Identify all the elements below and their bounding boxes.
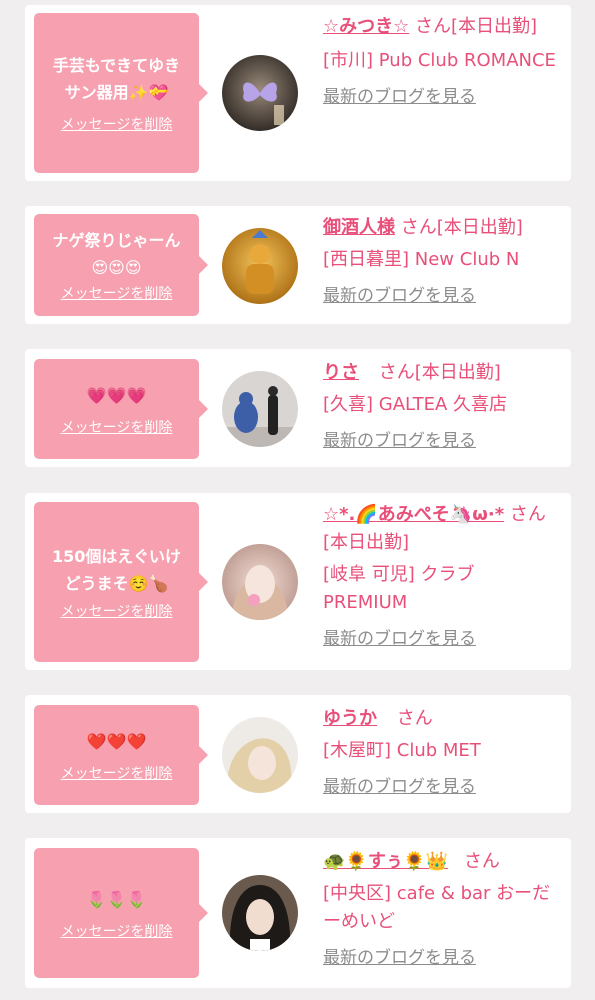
cast-info: 御酒人様 さん[本日出勤] [西日暮里] New Club N 最新のブログを見… <box>323 214 563 308</box>
golden-statue-photo-icon <box>222 228 298 304</box>
shop-name: [久喜] GALTEA 久喜店 <box>323 394 507 415</box>
shop-name: [中央区] cafe & bar おーだーめいど <box>323 883 551 932</box>
message-card: ❤️❤️❤️ メッセージを削除 ゆうか さん [木屋町] Club MET 最新… <box>25 695 571 813</box>
message-bubble: 💗💗💗 メッセージを削除 <box>34 359 208 459</box>
message-text: ナゲ祭りじゃーん 😍😍😍 <box>52 227 180 281</box>
message-line: 150個はえぐいけ <box>52 547 181 566</box>
selfie-photo-icon <box>222 544 298 620</box>
message-bubble: ナゲ祭りじゃーん 😍😍😍 メッセージを削除 <box>34 214 208 316</box>
message-text: 手芸もできてゆき サン器用✨💝 <box>53 52 180 106</box>
message-bubble: 🌷🌷🌷 メッセージを削除 <box>34 848 208 978</box>
shop-name: [岐阜 可児] クラブ PREMIUM <box>323 564 475 613</box>
message-card: 手芸もできてゆき サン器用✨💝 メッセージを削除 ☆みつき☆ さん[本日出勤] … <box>25 5 571 181</box>
message-line: 😍😍😍 <box>91 258 142 277</box>
message-text: 🌷🌷🌷 <box>87 886 147 913</box>
avatar[interactable] <box>222 371 298 447</box>
cast-name-link[interactable]: りさ <box>323 362 359 383</box>
avatar[interactable] <box>222 875 298 951</box>
delete-message-link[interactable]: メッセージを削除 <box>61 601 173 621</box>
latest-blog-link[interactable]: 最新のブログを見る <box>323 284 563 308</box>
cast-info: ☆*.🌈あみぺそ🦄ω·* さん[本日出勤] [岐阜 可児] クラブ PREMIU… <box>323 501 563 651</box>
avatar[interactable] <box>222 228 298 304</box>
cast-name-link[interactable]: 御酒人様 <box>323 217 395 238</box>
message-card: 💗💗💗 メッセージを削除 りさ さん[本日出勤] [久喜] GALTEA 久喜店… <box>25 349 571 467</box>
avatar[interactable] <box>222 717 298 793</box>
cast-status: さん[本日出勤] <box>378 362 501 383</box>
message-line: どうまそ☺️🍗 <box>64 574 169 593</box>
cast-info: ゆうか さん [木屋町] Club MET 最新のブログを見る <box>323 705 563 799</box>
cast-name-link[interactable]: 🐢🌻すぅ🌻👑 <box>323 851 448 872</box>
message-line: 💗💗💗 <box>86 385 147 405</box>
message-line: 手芸もできてゆき <box>52 56 181 75</box>
message-bubble: 手芸もできてゆき サン器用✨💝 メッセージを削除 <box>34 13 208 173</box>
cast-status: さん <box>396 708 433 729</box>
message-text: 150個はえぐいけ どうまそ☺️🍗 <box>52 543 181 597</box>
message-line: ❤️❤️❤️ <box>86 731 147 751</box>
cast-name-link[interactable]: ☆みつき☆ <box>323 16 409 37</box>
delete-message-link[interactable]: メッセージを削除 <box>61 763 173 783</box>
portrait-photo-icon <box>222 875 298 951</box>
delete-message-link[interactable]: メッセージを削除 <box>61 921 173 941</box>
cast-name-link[interactable]: ゆうか <box>323 708 377 729</box>
message-card: ナゲ祭りじゃーん 😍😍😍 メッセージを削除 御酒人様 さん[本日出勤] [西日暮… <box>25 206 571 324</box>
message-bubble: 150個はえぐいけ どうまそ☺️🍗 メッセージを削除 <box>34 502 208 662</box>
latest-blog-link[interactable]: 最新のブログを見る <box>323 429 563 453</box>
latest-blog-link[interactable]: 最新のブログを見る <box>323 946 563 970</box>
cast-status: さん <box>463 851 500 872</box>
shop-name: [西日暮里] New Club N <box>323 249 520 270</box>
delete-message-link[interactable]: メッセージを削除 <box>61 114 173 134</box>
latest-blog-link[interactable]: 最新のブログを見る <box>323 85 563 109</box>
cast-status: さん[本日出勤] <box>415 16 538 37</box>
gallery-photo-icon <box>222 371 298 447</box>
message-line: サン器用✨💝 <box>64 83 169 102</box>
cast-info: りさ さん[本日出勤] [久喜] GALTEA 久喜店 最新のブログを見る <box>323 359 563 453</box>
message-text: ❤️❤️❤️ <box>87 728 147 755</box>
avatar[interactable] <box>222 544 298 620</box>
blonde-selfie-photo-icon <box>222 717 298 793</box>
cast-info: ☆みつき☆ さん[本日出勤] [市川] Pub Club ROMANCE 最新の… <box>323 13 563 109</box>
avatar[interactable] <box>222 55 298 131</box>
cast-name-link[interactable]: ☆*.🌈あみぺそ🦄ω·* <box>323 504 504 525</box>
cast-status: さん[本日出勤] <box>400 217 523 238</box>
message-text: 💗💗💗 <box>87 382 147 409</box>
message-card: 150個はえぐいけ どうまそ☺️🍗 メッセージを削除 ☆*.🌈あみぺそ🦄ω·* … <box>25 493 571 670</box>
message-card: 🌷🌷🌷 メッセージを削除 🐢🌻すぅ🌻👑 さん [中央区] cafe & bar … <box>25 838 571 988</box>
message-line: 🌷🌷🌷 <box>86 889 147 909</box>
delete-message-link[interactable]: メッセージを削除 <box>61 283 173 303</box>
delete-message-link[interactable]: メッセージを削除 <box>61 417 173 437</box>
message-list: 手芸もできてゆき サン器用✨💝 メッセージを削除 ☆みつき☆ さん[本日出勤] … <box>0 0 595 1000</box>
message-line: ナゲ祭りじゃーん <box>52 231 181 250</box>
latest-blog-link[interactable]: 最新のブログを見る <box>323 775 563 799</box>
butterfly-photo-icon <box>222 55 298 131</box>
latest-blog-link[interactable]: 最新のブログを見る <box>323 627 563 651</box>
message-bubble: ❤️❤️❤️ メッセージを削除 <box>34 705 208 805</box>
cast-info: 🐢🌻すぅ🌻👑 さん [中央区] cafe & bar おーだーめいど 最新のブロ… <box>323 848 563 970</box>
shop-name: [市川] Pub Club ROMANCE <box>323 50 556 71</box>
shop-name: [木屋町] Club MET <box>323 740 481 761</box>
